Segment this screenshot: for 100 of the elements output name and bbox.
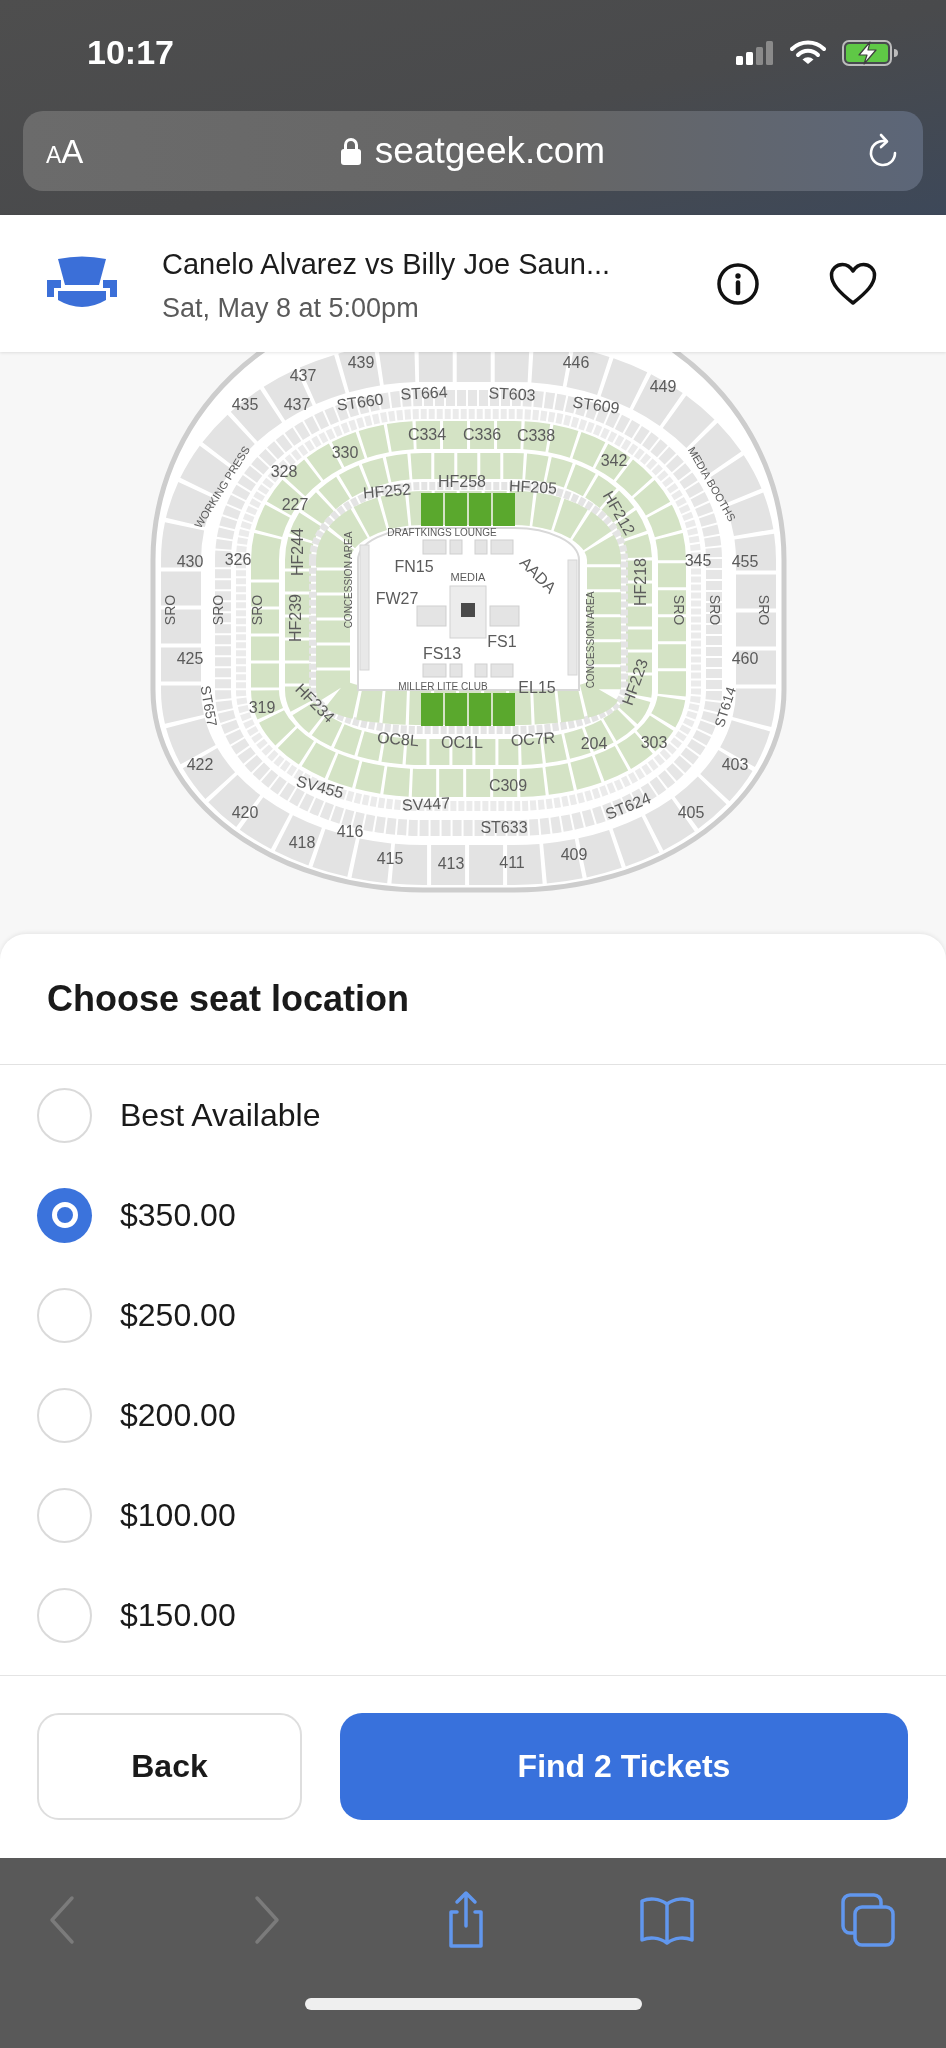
status-time: 10:17	[87, 33, 175, 72]
section-label: 420	[231, 803, 259, 821]
highlighted-section[interactable]	[421, 693, 443, 726]
section-label: 405	[677, 803, 705, 821]
section-label: SRO	[162, 594, 178, 626]
section-label: 342	[600, 451, 628, 469]
section-label: C309	[488, 776, 528, 794]
floor-section[interactable]	[490, 539, 514, 555]
section-label: CONCESSION AREA	[584, 591, 596, 689]
section-label: SV447	[401, 794, 451, 814]
section-label: FW27	[375, 589, 419, 607]
section-label: 204	[580, 734, 608, 752]
section-label: ST624	[602, 789, 654, 823]
section-label: HF252	[362, 480, 412, 502]
battery-charging-icon	[842, 39, 898, 66]
radio-button[interactable]	[37, 1487, 92, 1543]
info-icon[interactable]	[717, 262, 759, 305]
section-label: 430	[176, 552, 204, 570]
section-label: C336	[462, 425, 502, 443]
section-label: FS13	[422, 644, 462, 662]
section-label: ST609	[571, 393, 621, 417]
section-label: OC1L	[441, 733, 483, 751]
find-tickets-button[interactable]: Find 2 Tickets	[340, 1713, 908, 1820]
address-bar[interactable]: AA seatgeek.com	[23, 111, 923, 191]
highlighted-section[interactable]	[421, 493, 443, 526]
section-label: HF239	[286, 594, 304, 642]
section-label: 413	[437, 854, 465, 872]
section-label: SRO	[210, 594, 226, 626]
radio-button[interactable]	[37, 1087, 92, 1143]
floor-section[interactable]	[422, 539, 447, 555]
section-label: ST633	[480, 818, 528, 836]
section-label: SRO	[671, 594, 687, 626]
highlighted-section[interactable]	[493, 493, 515, 526]
section-label: ST603	[488, 384, 536, 404]
tabs-icon[interactable]	[838, 1890, 898, 1950]
floor-section[interactable]	[474, 663, 488, 678]
floor-section[interactable]	[416, 605, 447, 627]
floor-section[interactable]	[449, 539, 463, 555]
section-label: 415	[376, 849, 404, 867]
section-label: 460	[731, 649, 759, 667]
section-label: HF205	[508, 477, 558, 497]
section-label: ST660	[335, 390, 385, 414]
highlighted-section[interactable]	[469, 693, 491, 726]
signal-icon	[736, 40, 774, 65]
section-label: 455	[731, 552, 759, 570]
back-button[interactable]: Back	[37, 1713, 302, 1820]
section-label: OC7R	[510, 728, 556, 750]
section-label: HF218	[631, 558, 649, 606]
section-label: SRO	[249, 594, 265, 626]
section-label: SRO	[756, 594, 772, 626]
section-label: CONCESSION AREA	[342, 531, 354, 629]
text-size-button[interactable]: AA	[46, 134, 84, 168]
url-text: seatgeek.com	[374, 130, 606, 172]
section-label: MEDIA	[450, 571, 486, 583]
radio-button[interactable]	[37, 1187, 92, 1243]
section-label: MILLER LITE CLUB	[398, 680, 488, 692]
floor-section[interactable]	[449, 663, 463, 678]
radio-button[interactable]	[37, 1387, 92, 1443]
section-label: 326	[224, 550, 252, 568]
section-label: 425	[176, 649, 204, 667]
section-label: DRAFTKINGS LOUNGE	[387, 526, 497, 538]
section-label: 437	[283, 395, 311, 413]
section-label: 435	[231, 395, 259, 413]
section-label: C338	[516, 426, 556, 444]
event-title: Canelo Alvarez vs Billy Joe Saun...	[162, 247, 612, 281]
highlighted-section[interactable]	[445, 693, 467, 726]
section-label: FN15	[394, 557, 434, 575]
section-label: HF223	[618, 656, 652, 708]
floor-section[interactable]	[489, 605, 520, 627]
section-label: 345	[684, 551, 712, 569]
option-label: $350.00	[120, 1196, 236, 1234]
highlighted-section[interactable]	[469, 493, 491, 526]
section-label: 409	[560, 845, 588, 863]
section-label: ST614	[711, 684, 739, 730]
floor-section[interactable]	[474, 539, 488, 555]
section-label: 449	[649, 377, 677, 395]
floor-section[interactable]	[422, 663, 447, 678]
option-label: $200.00	[120, 1396, 236, 1434]
floor-section[interactable]	[490, 663, 514, 678]
highlighted-section[interactable]	[493, 693, 515, 726]
wifi-icon	[790, 39, 826, 66]
section-label: 416	[336, 822, 364, 840]
section-label: 330	[331, 443, 359, 461]
highlighted-section[interactable]	[445, 493, 467, 526]
section-label: 403	[721, 755, 749, 773]
option-label: $100.00	[120, 1496, 236, 1534]
section-label: ST664	[400, 383, 448, 403]
section-label: HF258	[438, 472, 486, 490]
section-label: SV455	[294, 772, 346, 802]
section-label: 437	[289, 366, 317, 384]
section-label: SRO	[707, 594, 723, 626]
section-label: 227	[281, 495, 309, 513]
section-label: ST657	[197, 684, 221, 728]
lock-icon	[340, 137, 361, 165]
section-label: C334	[407, 425, 447, 443]
radio-button[interactable]	[37, 1587, 92, 1643]
heart-icon[interactable]	[829, 261, 877, 306]
radio-button[interactable]	[37, 1287, 92, 1343]
section-label: 422	[186, 755, 214, 773]
sheet-title: Choose seat location	[47, 978, 410, 1020]
